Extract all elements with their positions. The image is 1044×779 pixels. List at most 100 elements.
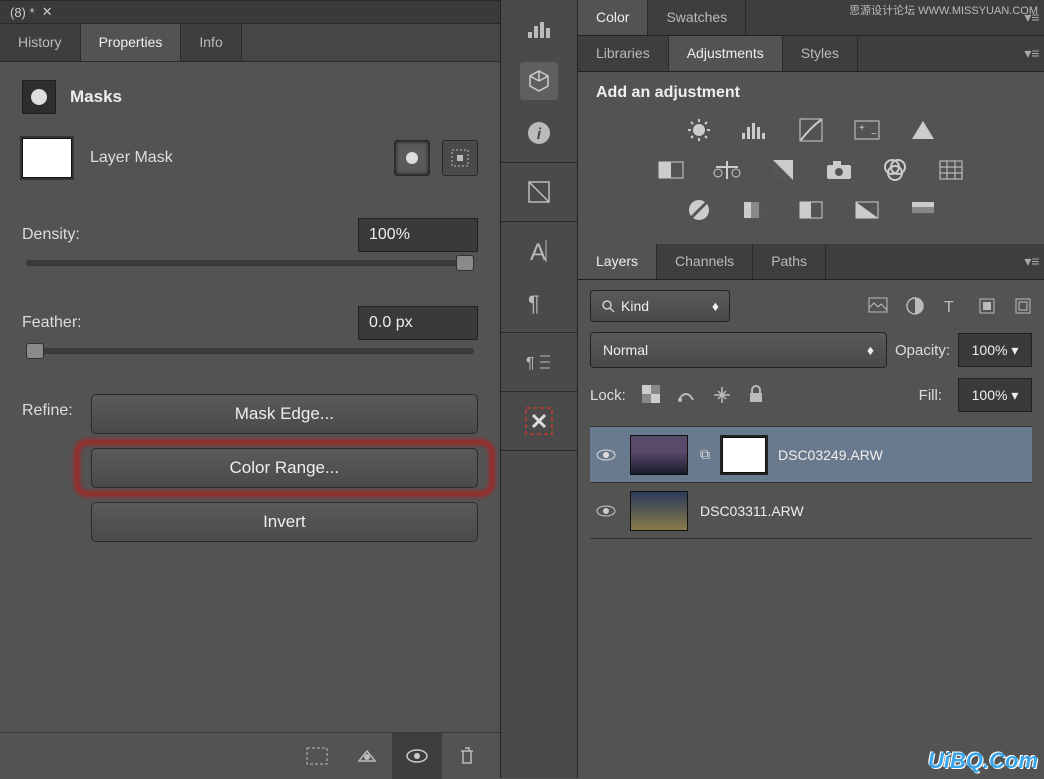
paragraph-icon[interactable]: ¶ — [520, 284, 558, 322]
invert-button[interactable]: Invert — [91, 502, 478, 542]
tab-color[interactable]: Color — [578, 0, 648, 35]
color-lookup-icon[interactable] — [934, 156, 968, 184]
character-icon[interactable]: A — [520, 232, 558, 270]
masks-panel-icon — [22, 80, 56, 114]
levels-icon[interactable] — [738, 116, 772, 144]
lock-paint-icon[interactable] — [676, 385, 696, 405]
dock-strip: i A ¶ ¶ — [500, 0, 578, 778]
link-icon[interactable]: ⧉ — [700, 446, 710, 463]
layer-thumbnail[interactable] — [630, 435, 688, 475]
selective-color-icon[interactable] — [906, 196, 940, 224]
refine-label: Refine: — [22, 394, 73, 420]
vector-mask-button[interactable] — [442, 140, 478, 176]
layer-mask-label: Layer Mask — [90, 149, 173, 167]
svg-text:¶: ¶ — [528, 291, 540, 315]
layer-row[interactable]: DSC03311.ARW — [590, 483, 1032, 539]
mask-thumbnail[interactable] — [22, 138, 72, 178]
posterize-icon[interactable] — [738, 196, 772, 224]
load-selection-icon[interactable] — [292, 733, 342, 779]
feather-slider[interactable] — [26, 348, 474, 354]
tab-info[interactable]: Info — [181, 24, 241, 61]
brightness-contrast-icon[interactable] — [682, 116, 716, 144]
paragraph-styles-icon[interactable]: ¶ — [520, 343, 558, 381]
threshold-icon[interactable] — [794, 196, 828, 224]
histogram-icon[interactable] — [520, 10, 558, 48]
svg-text:T: T — [944, 299, 954, 315]
lock-all-icon[interactable] — [748, 385, 764, 405]
properties-panel: (8) * ✕ History Properties Info Masks La… — [0, 0, 500, 778]
layer-thumbnail[interactable] — [630, 491, 688, 531]
adjustments-body: Add an adjustment +− — [578, 72, 1044, 244]
fill-value[interactable]: 100% ▾ — [958, 378, 1032, 412]
channel-mixer-icon[interactable] — [878, 156, 912, 184]
watermark: UiBQ.Com — [928, 748, 1038, 774]
layer-name[interactable]: DSC03311.ARW — [700, 503, 804, 519]
curves-icon[interactable] — [794, 116, 828, 144]
svg-text:¶: ¶ — [526, 355, 535, 372]
filter-smart-icon[interactable] — [1014, 297, 1032, 315]
layer-name[interactable]: DSC03249.ARW — [778, 447, 883, 463]
delete-mask-icon[interactable] — [442, 733, 492, 779]
toggle-mask-icon[interactable] — [392, 733, 442, 779]
photo-filter-icon[interactable] — [822, 156, 856, 184]
watermark-top: 思源设计论坛 WWW.MISSYUAN.COM — [849, 2, 1038, 18]
color-range-button[interactable]: Color Range... — [91, 448, 478, 488]
tab-swatches[interactable]: Swatches — [648, 0, 746, 35]
panel-tabs: History Properties Info — [0, 24, 500, 62]
pixel-mask-button[interactable] — [394, 140, 430, 176]
panel-menu-icon[interactable]: ▾≡ — [1020, 244, 1044, 279]
filter-shape-icon[interactable] — [978, 297, 996, 315]
doc-tab[interactable]: (8) * ✕ — [0, 0, 500, 24]
tab-channels[interactable]: Channels — [657, 244, 753, 279]
layers-list: ⧉ DSC03249.ARW DSC03311.ARW — [590, 426, 1032, 539]
gradient-map-icon[interactable] — [850, 196, 884, 224]
exposure-icon[interactable]: +− — [850, 116, 884, 144]
lock-transparency-icon[interactable] — [642, 385, 660, 405]
feather-label: Feather: — [22, 314, 82, 332]
fill-label: Fill: — [919, 387, 942, 404]
feather-value[interactable]: 0.0 px — [358, 306, 478, 340]
vibrance-icon[interactable] — [906, 116, 940, 144]
opacity-label: Opacity: — [895, 342, 950, 359]
color-balance-icon[interactable] — [710, 156, 744, 184]
black-white-icon[interactable] — [766, 156, 800, 184]
svg-text:A: A — [530, 239, 546, 264]
layer-comps-icon[interactable] — [520, 173, 558, 211]
density-slider[interactable] — [26, 260, 474, 266]
density-value[interactable]: 100% — [358, 218, 478, 252]
density-label: Density: — [22, 226, 80, 244]
masks-title: Masks — [70, 87, 122, 107]
3d-icon[interactable] — [520, 62, 558, 100]
tab-libraries[interactable]: Libraries — [578, 36, 669, 71]
close-dock-icon[interactable] — [520, 402, 558, 440]
filter-pixel-icon[interactable] — [868, 297, 888, 315]
filter-adjustment-icon[interactable] — [906, 297, 924, 315]
tab-layers[interactable]: Layers — [578, 244, 657, 279]
layer-row[interactable]: ⧉ DSC03249.ARW — [590, 427, 1032, 483]
visibility-icon[interactable] — [594, 504, 618, 518]
blend-mode-select[interactable]: Normal♦ — [590, 332, 887, 368]
tab-properties[interactable]: Properties — [81, 24, 182, 61]
tab-paths[interactable]: Paths — [753, 244, 826, 279]
lock-label: Lock: — [590, 387, 626, 404]
svg-text:i: i — [537, 126, 542, 143]
layer-mask-thumbnail[interactable] — [722, 437, 766, 473]
tab-styles[interactable]: Styles — [783, 36, 858, 71]
search-icon — [601, 299, 615, 313]
mask-edge-button[interactable]: Mask Edge... — [91, 394, 478, 434]
tab-adjustments[interactable]: Adjustments — [669, 36, 783, 71]
info-icon[interactable]: i — [520, 114, 558, 152]
panel-footer — [0, 732, 500, 778]
hue-saturation-icon[interactable] — [654, 156, 688, 184]
lock-position-icon[interactable] — [712, 385, 732, 405]
apply-mask-icon[interactable] — [342, 733, 392, 779]
visibility-icon[interactable] — [594, 448, 618, 462]
filter-type-icon[interactable]: T — [942, 297, 960, 315]
tab-history[interactable]: History — [0, 24, 81, 61]
panel-menu-icon[interactable]: ▾≡ — [1020, 36, 1044, 71]
opacity-value[interactable]: 100% ▾ — [958, 333, 1032, 367]
svg-text:+: + — [859, 123, 865, 134]
layers-body: Kind ♦ T Normal♦ Opacity: 100% ▾ Lock: — [578, 280, 1044, 539]
filter-kind-select[interactable]: Kind ♦ — [590, 290, 730, 322]
invert-adj-icon[interactable] — [682, 196, 716, 224]
